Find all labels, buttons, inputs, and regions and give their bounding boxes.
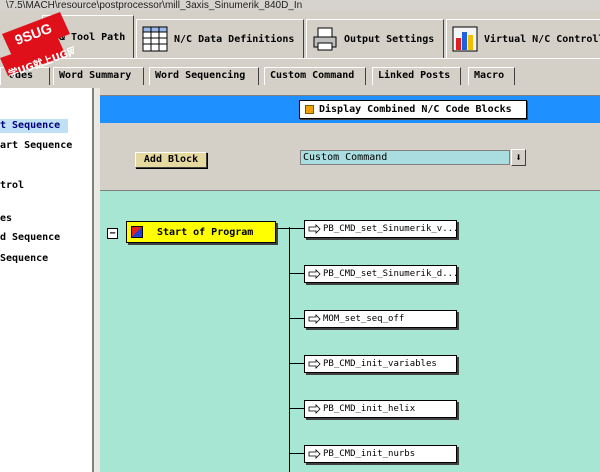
tree-connector [289, 227, 290, 472]
tab-output-settings[interactable]: Output Settings [306, 19, 444, 58]
hand-pointer-icon [308, 314, 321, 324]
header-bar: Display Combined N/C Code Blocks [100, 95, 600, 123]
command-block[interactable]: PB_CMD_set_Sinumerik_v... [304, 220, 457, 238]
tab-nc-data-label: N/C Data Definitions [174, 33, 295, 45]
tab-output-settings-label: Output Settings [344, 33, 435, 45]
list-item[interactable]: trol [0, 179, 24, 193]
subtab-linked-posts[interactable]: Linked Posts [372, 67, 461, 85]
list-item[interactable]: d Sequence [0, 231, 60, 245]
display-combined-label: Display Combined N/C Code Blocks [319, 104, 512, 115]
tab-nc-data-definitions[interactable]: N/C Data Definitions [136, 19, 304, 58]
display-combined-button[interactable]: Display Combined N/C Code Blocks [299, 100, 527, 119]
tab-virtual-nc-controller[interactable]: Virtual N/C Controller [446, 19, 600, 58]
hand-pointer-icon [308, 269, 321, 279]
tab-virtual-nc-label: Virtual N/C Controller [484, 33, 600, 45]
sequence-canvas: − Start of Program PB_CMD_set_Sinumerik_… [100, 190, 600, 472]
command-block[interactable]: PB_CMD_set_Sinumerik_d... [304, 265, 457, 283]
main-tab-bar: & Tool Path N/C Data Definitions Output … [0, 11, 600, 58]
dropdown-arrow-icon[interactable]: ⬇ [511, 149, 526, 166]
collapse-icon[interactable]: − [107, 228, 118, 239]
bar-chart-icon [452, 26, 478, 52]
start-of-program-label: Start of Program [157, 226, 254, 238]
command-block[interactable]: PB_CMD_init_nurbs [304, 445, 457, 463]
hand-pointer-icon [308, 359, 321, 369]
window-title-bar: \7.5\MACH\resource\postprocessor\mill_3a… [0, 0, 600, 11]
start-of-program-block[interactable]: Start of Program [126, 221, 276, 243]
add-block-button[interactable]: Add Block [135, 152, 207, 168]
command-label: PB_CMD_set_Sinumerik_d... [323, 269, 457, 279]
data-grid-icon [142, 26, 168, 52]
command-block[interactable]: PB_CMD_init_variables [304, 355, 457, 373]
command-block[interactable]: MOM_set_seq_off [304, 310, 457, 328]
list-item-selected[interactable]: t Sequence [0, 119, 68, 133]
command-block[interactable]: PB_CMD_init_helix [304, 400, 457, 418]
tree-connector [289, 453, 304, 454]
tree-connector [277, 228, 304, 229]
checkbox-icon [305, 105, 314, 114]
printer-icon [313, 27, 337, 51]
list-item[interactable]: es [0, 212, 12, 226]
sequence-editor: Display Combined N/C Code Blocks Add Blo… [100, 95, 600, 472]
command-label: PB_CMD_init_helix [323, 404, 416, 414]
subtab-custom-command[interactable]: Custom Command [264, 67, 366, 85]
subtab-macro[interactable]: Macro [468, 67, 515, 85]
command-label: MOM_set_seq_off [323, 314, 405, 324]
list-item[interactable]: Sequence [0, 252, 48, 266]
command-label: PB_CMD_init_variables [323, 359, 437, 369]
sub-tab-bar: odes Word Summary Word Sequencing Custom… [0, 58, 600, 88]
command-label: PB_CMD_init_nurbs [323, 449, 416, 459]
subtab-word-sequencing[interactable]: Word Sequencing [149, 67, 259, 85]
command-label: PB_CMD_set_Sinumerik_v... [323, 224, 457, 234]
hand-pointer-icon [308, 404, 321, 414]
hand-pointer-icon [308, 224, 321, 234]
tree-connector [289, 273, 304, 274]
tree-connector [289, 408, 304, 409]
block-type-select[interactable]: Custom Command [300, 150, 510, 165]
event-icon [131, 226, 143, 238]
tree-connector [289, 318, 304, 319]
watermark-logo: 9SUG 学UG就上UG网 [0, 12, 74, 78]
sequence-list-panel: t Sequence art Sequence trol es d Sequen… [0, 88, 94, 472]
list-item[interactable]: art Sequence [0, 139, 72, 153]
hand-pointer-icon [308, 449, 321, 459]
tree-connector [289, 363, 304, 364]
